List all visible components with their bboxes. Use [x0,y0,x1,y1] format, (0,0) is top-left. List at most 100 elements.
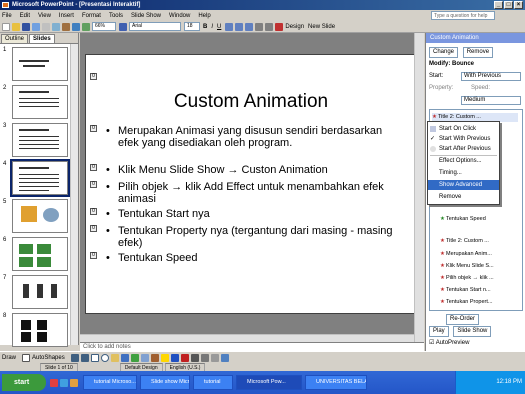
menu-start-with-previous[interactable]: ✓ Start With Previous [428,134,499,144]
change-effect-button[interactable]: Change [429,47,459,58]
menu-start-after-previous[interactable]: Start After Previous [428,144,499,154]
save-icon[interactable] [22,22,30,31]
slide-thumbnail-6[interactable]: 6 [2,237,72,273]
current-slide[interactable]: 0 Custom Animation • Merupakan Animasi ya… [85,54,415,314]
list-item[interactable]: ★Klik Menu Slide S... [440,262,525,271]
slide-thumbnail-1[interactable]: 1 [2,47,72,83]
dash-style-icon[interactable] [200,353,209,362]
3d-icon[interactable] [220,353,229,362]
menu-remove[interactable]: Remove [428,192,499,202]
bullet-2[interactable]: • Klik Menu Slide Show → Custon Animation [106,164,398,176]
menu-timing[interactable]: Timing... [428,168,499,178]
minimize-button[interactable]: _ [494,1,503,9]
menu-insert[interactable]: Insert [59,13,74,19]
notes-pane[interactable]: Click to add notes [80,342,424,351]
slide-vertical-scrollbar[interactable] [414,33,424,342]
new-icon[interactable] [2,22,10,31]
wordart-icon[interactable] [120,353,129,362]
slide-horizontal-scrollbar[interactable] [80,334,414,342]
rectangle-icon[interactable] [90,353,99,362]
maximize-button[interactable]: □ [504,1,513,9]
align-left-icon[interactable] [225,22,234,31]
numbering-icon[interactable] [255,22,264,31]
menu-help[interactable]: Help [198,13,210,19]
bullet-3[interactable]: • Pilih objek → klik Add Effect untuk men… [106,181,398,205]
speed-select[interactable]: Medium [461,96,521,105]
list-item[interactable]: ★Tentukan Propert... [440,298,525,307]
shadow-icon[interactable] [210,353,219,362]
draw-menu-button[interactable]: Draw [2,355,16,361]
menu-tools[interactable]: Tools [109,13,123,19]
clipart-icon[interactable] [140,353,149,362]
list-item[interactable]: ★Merupakan Anim... [440,250,525,259]
menu-file[interactable]: File [2,13,12,19]
bullet-4[interactable]: • Tentukan Start nya [106,208,398,220]
select-arrow-icon[interactable] [22,353,31,362]
copy-icon[interactable] [52,22,60,31]
textbox-icon[interactable] [110,353,119,362]
list-item[interactable]: ★Pilih objek → klik ... [440,274,525,283]
font-select[interactable]: Arial [129,22,181,31]
bullet-1[interactable]: • Merupakan Animasi yang disusun sendiri … [106,125,398,149]
autoshapes-button[interactable]: AutoShapes [32,355,65,361]
slide-title[interactable]: Custom Animation [86,91,416,113]
slide-thumbnail-4[interactable]: 4 [2,159,72,197]
slide-thumbnail-8[interactable]: 8 [2,313,72,349]
arrow-icon[interactable] [80,353,89,362]
autopreview-checkbox[interactable]: ☑ AutoPreview [429,339,469,346]
quicklaunch-icon[interactable] [50,378,58,387]
animation-marker[interactable]: 0 [90,252,97,259]
bullet-5[interactable]: • Tentukan Property nya (tergantung dari … [106,225,398,249]
close-button[interactable]: × [514,1,523,9]
play-button[interactable]: Play [429,326,449,337]
start-select[interactable]: With Previous [461,72,521,81]
print-icon[interactable] [32,22,40,31]
quicklaunch-icon[interactable] [60,378,68,387]
cut-icon[interactable] [42,22,50,31]
list-item[interactable]: ★Title 2: Custom ... [440,237,525,246]
remove-effect-button[interactable]: Remove [462,47,494,58]
oval-icon[interactable] [100,353,109,362]
slide-thumbnail-5[interactable]: 5 [2,199,72,235]
start-button[interactable]: start [2,374,46,391]
design-button[interactable]: Design [285,24,304,30]
bullets-icon[interactable] [265,22,274,31]
new-slide-button[interactable]: New Slide [308,24,335,30]
bold-button[interactable]: B [203,24,207,30]
animation-marker[interactable]: 0 [90,73,97,80]
animation-marker[interactable]: 0 [90,225,97,232]
font-color-icon[interactable] [275,22,284,31]
list-item[interactable]: ★Tentukan Start n... [440,286,525,295]
align-right-icon[interactable] [245,22,254,31]
taskbar-button[interactable]: UNIVERSITAS BELAJ... [305,375,367,390]
animation-marker[interactable]: 0 [90,125,97,132]
menu-format[interactable]: Format [82,13,101,19]
taskbar-button[interactable]: Slide show Micr... [140,375,190,390]
menu-view[interactable]: View [38,13,51,19]
zoom-select[interactable]: 66% [92,22,116,31]
slide-thumbnail-3[interactable]: 3 [2,123,72,159]
animation-marker[interactable]: 0 [90,208,97,215]
menu-slide-show[interactable]: Slide Show [131,13,161,19]
line-style-icon[interactable] [190,353,199,362]
bullet-6[interactable]: • Tentukan Speed [106,252,398,264]
taskbar-button[interactable]: tutorial Microso... [83,375,137,390]
help-icon[interactable] [119,22,127,31]
animation-marker[interactable]: 0 [90,164,97,171]
fill-color-icon[interactable] [160,353,169,362]
diagram-icon[interactable] [130,353,139,362]
menu-start-on-click[interactable]: Start On Click [428,124,499,134]
line-color-icon[interactable] [170,353,179,362]
underline-button[interactable]: U [217,24,221,30]
font-color-draw-icon[interactable] [180,353,189,362]
picture-icon[interactable] [150,353,159,362]
menu-effect-options[interactable]: Effect Options... [428,156,499,166]
animation-marker[interactable]: 0 [90,181,97,188]
font-size-select[interactable]: 18 [184,22,200,31]
open-icon[interactable] [12,22,20,31]
slide-thumbnail-2[interactable]: 2 [2,85,72,121]
menu-window[interactable]: Window [169,13,190,19]
menu-edit[interactable]: Edit [20,13,30,19]
tab-outline[interactable]: Outline [1,34,29,43]
slide-thumbnail-7[interactable]: 7 [2,275,72,311]
